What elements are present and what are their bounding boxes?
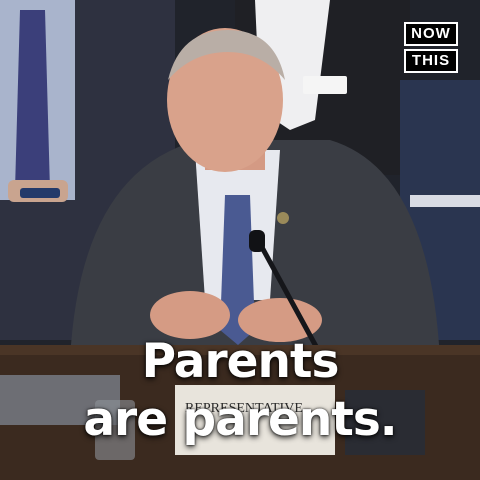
caption-line-1: Parents [141, 334, 340, 389]
logo-line-1: NOW [404, 22, 458, 46]
video-frame: REPRESENTATIVE NOW THIS Parents are pare… [0, 0, 480, 480]
nowthis-logo: NOW THIS [404, 22, 458, 76]
logo-line-2: THIS [404, 49, 458, 73]
caption-line-2: are parents. [83, 392, 397, 447]
